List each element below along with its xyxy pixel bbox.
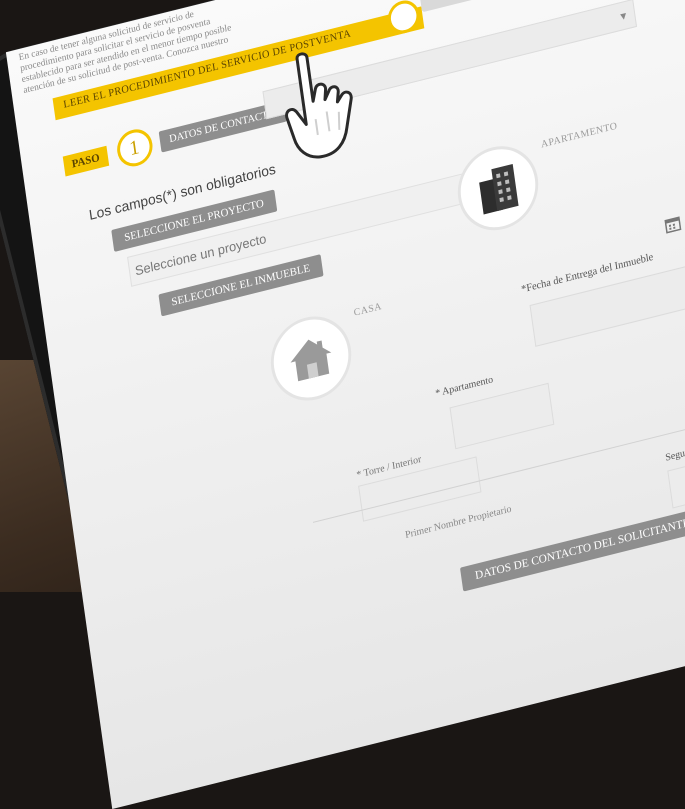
apartment-input[interactable]	[449, 382, 555, 450]
apartment-field-label: * Apartamento	[434, 374, 494, 400]
apartment-option[interactable]	[452, 137, 544, 239]
chevron-down-icon: ▾	[619, 8, 628, 24]
building-icon	[479, 163, 519, 215]
applicant-contact-heading: DATOS DE CONTACTO DEL SOLICITANTE	[459, 507, 685, 592]
second-name-field-label: Segundo Nombre	[664, 436, 685, 464]
house-option[interactable]	[265, 307, 357, 410]
first-name-field-label: Primer Nombre Propietario	[404, 503, 513, 541]
top-gray-bar	[419, 0, 549, 13]
step-number-circle: 1	[114, 125, 155, 171]
apartment-option-label: APARTAMENTO	[540, 120, 619, 151]
paso-label: PASO	[62, 145, 109, 177]
house-icon	[290, 339, 332, 382]
house-option-label: CASA	[353, 300, 383, 319]
calendar-icon[interactable]	[664, 214, 682, 239]
hand-pointer-icon	[274, 39, 400, 173]
